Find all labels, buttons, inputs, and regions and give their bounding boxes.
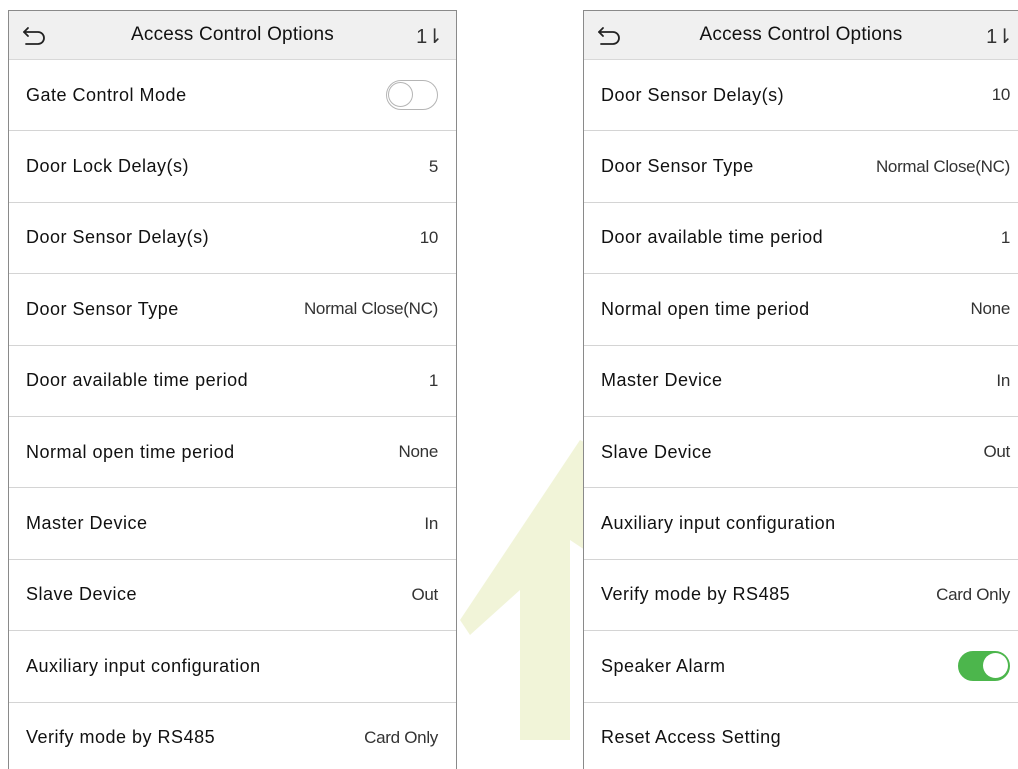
right-screen: Access Control Options 1⇂ Door Sensor De… bbox=[583, 10, 1018, 769]
gate-control-mode-toggle[interactable] bbox=[386, 80, 438, 111]
setting-label: Auxiliary input configuration bbox=[26, 655, 261, 676]
setting-label: Verify mode by RS485 bbox=[601, 584, 791, 605]
setting-label: Master Device bbox=[601, 370, 723, 391]
setting-value: Normal Close(NC) bbox=[303, 299, 438, 319]
setting-value: Out bbox=[411, 584, 438, 604]
toggle-knob bbox=[983, 653, 1008, 679]
setting-label: Door Sensor Type bbox=[601, 156, 754, 177]
setting-value: Card Only bbox=[364, 727, 438, 747]
setting-label: Slave Device bbox=[601, 441, 713, 462]
setting-auxiliary-input-configuration[interactable]: Auxiliary input configuration bbox=[9, 631, 456, 703]
setting-label: Door available time period bbox=[26, 370, 249, 391]
setting-label: Normal open time period bbox=[26, 441, 235, 462]
setting-label: Door Sensor Type bbox=[26, 298, 179, 319]
setting-label: Normal open time period bbox=[601, 298, 810, 319]
setting-slave-device[interactable]: Slave Device Out bbox=[584, 417, 1018, 489]
setting-value: 1 bbox=[428, 370, 438, 390]
setting-verify-mode-rs485[interactable]: Verify mode by RS485 Card Only bbox=[584, 560, 1018, 632]
setting-label: Auxiliary input configuration bbox=[601, 513, 836, 534]
speaker-alarm-toggle[interactable] bbox=[958, 651, 1010, 682]
setting-verify-mode-rs485[interactable]: Verify mode by RS485 Card Only bbox=[9, 703, 456, 769]
setting-label: Speaker Alarm bbox=[601, 655, 726, 676]
setting-value: Card Only bbox=[936, 584, 1010, 604]
setting-gate-control-mode[interactable]: Gate Control Mode bbox=[9, 60, 456, 132]
setting-door-sensor-delay[interactable]: Door Sensor Delay(s) 10 bbox=[9, 203, 456, 275]
setting-speaker-alarm[interactable]: Speaker Alarm bbox=[584, 631, 1018, 703]
setting-door-available-time-period[interactable]: Door available time period 1 bbox=[584, 203, 1018, 275]
back-arrow-icon[interactable] bbox=[21, 23, 47, 47]
setting-label: Verify mode by RS485 bbox=[26, 727, 216, 748]
setting-label: Gate Control Mode bbox=[26, 84, 187, 105]
setting-auxiliary-input-configuration[interactable]: Auxiliary input configuration bbox=[584, 488, 1018, 560]
settings-list: Door Sensor Delay(s) 10 Door Sensor Type… bbox=[584, 60, 1018, 769]
setting-master-device[interactable]: Master Device In bbox=[584, 346, 1018, 417]
page: Access Control Options 1⇂ Gate Control M… bbox=[0, 0, 1018, 769]
setting-label: Door Lock Delay(s) bbox=[26, 156, 190, 177]
setting-value: In bbox=[996, 370, 1010, 390]
page-title: Access Control Options bbox=[131, 24, 334, 45]
setting-slave-device[interactable]: Slave Device Out bbox=[9, 560, 456, 632]
back-arrow-icon[interactable] bbox=[596, 23, 622, 47]
setting-label: Door Sensor Delay(s) bbox=[601, 84, 785, 105]
setting-label: Master Device bbox=[26, 513, 148, 534]
setting-reset-access-setting[interactable]: Reset Access Setting bbox=[584, 703, 1018, 769]
setting-label: Reset Access Setting bbox=[601, 727, 782, 748]
setting-normal-open-time-period[interactable]: Normal open time period None bbox=[9, 417, 456, 489]
setting-door-sensor-type[interactable]: Door Sensor Type Normal Close(NC) bbox=[584, 131, 1018, 203]
setting-value: In bbox=[424, 513, 438, 533]
setting-value: 10 bbox=[991, 85, 1011, 105]
header: Access Control Options 1⇂ bbox=[9, 11, 456, 60]
sort-icon[interactable]: 1⇂ bbox=[416, 24, 443, 49]
toggle-knob bbox=[388, 82, 413, 108]
setting-label: Door Sensor Delay(s) bbox=[26, 227, 210, 248]
setting-master-device[interactable]: Master Device In bbox=[9, 488, 456, 560]
setting-label: Door available time period bbox=[601, 227, 824, 248]
page-title: Access Control Options bbox=[699, 24, 903, 45]
setting-door-sensor-type[interactable]: Door Sensor Type Normal Close(NC) bbox=[9, 274, 456, 346]
setting-value: None bbox=[398, 442, 439, 462]
setting-door-sensor-delay[interactable]: Door Sensor Delay(s) 10 bbox=[584, 60, 1018, 132]
setting-value: 5 bbox=[428, 156, 438, 176]
settings-list: Gate Control Mode Door Lock Delay(s) 5 D… bbox=[9, 60, 456, 769]
setting-value: Normal Close(NC) bbox=[875, 156, 1010, 176]
header: Access Control Options 1⇂ bbox=[584, 11, 1018, 60]
setting-door-lock-delay[interactable]: Door Lock Delay(s) 5 bbox=[9, 131, 456, 203]
setting-value: 10 bbox=[419, 227, 439, 247]
setting-value: Out bbox=[983, 442, 1010, 462]
left-screen: Access Control Options 1⇂ Gate Control M… bbox=[8, 10, 457, 769]
setting-normal-open-time-period[interactable]: Normal open time period None bbox=[584, 274, 1018, 346]
setting-door-available-time-period[interactable]: Door available time period 1 bbox=[9, 346, 456, 417]
setting-label: Slave Device bbox=[26, 584, 138, 605]
sort-icon[interactable]: 1⇂ bbox=[986, 24, 1013, 49]
setting-value: None bbox=[970, 299, 1011, 319]
setting-value: 1 bbox=[1000, 227, 1010, 247]
